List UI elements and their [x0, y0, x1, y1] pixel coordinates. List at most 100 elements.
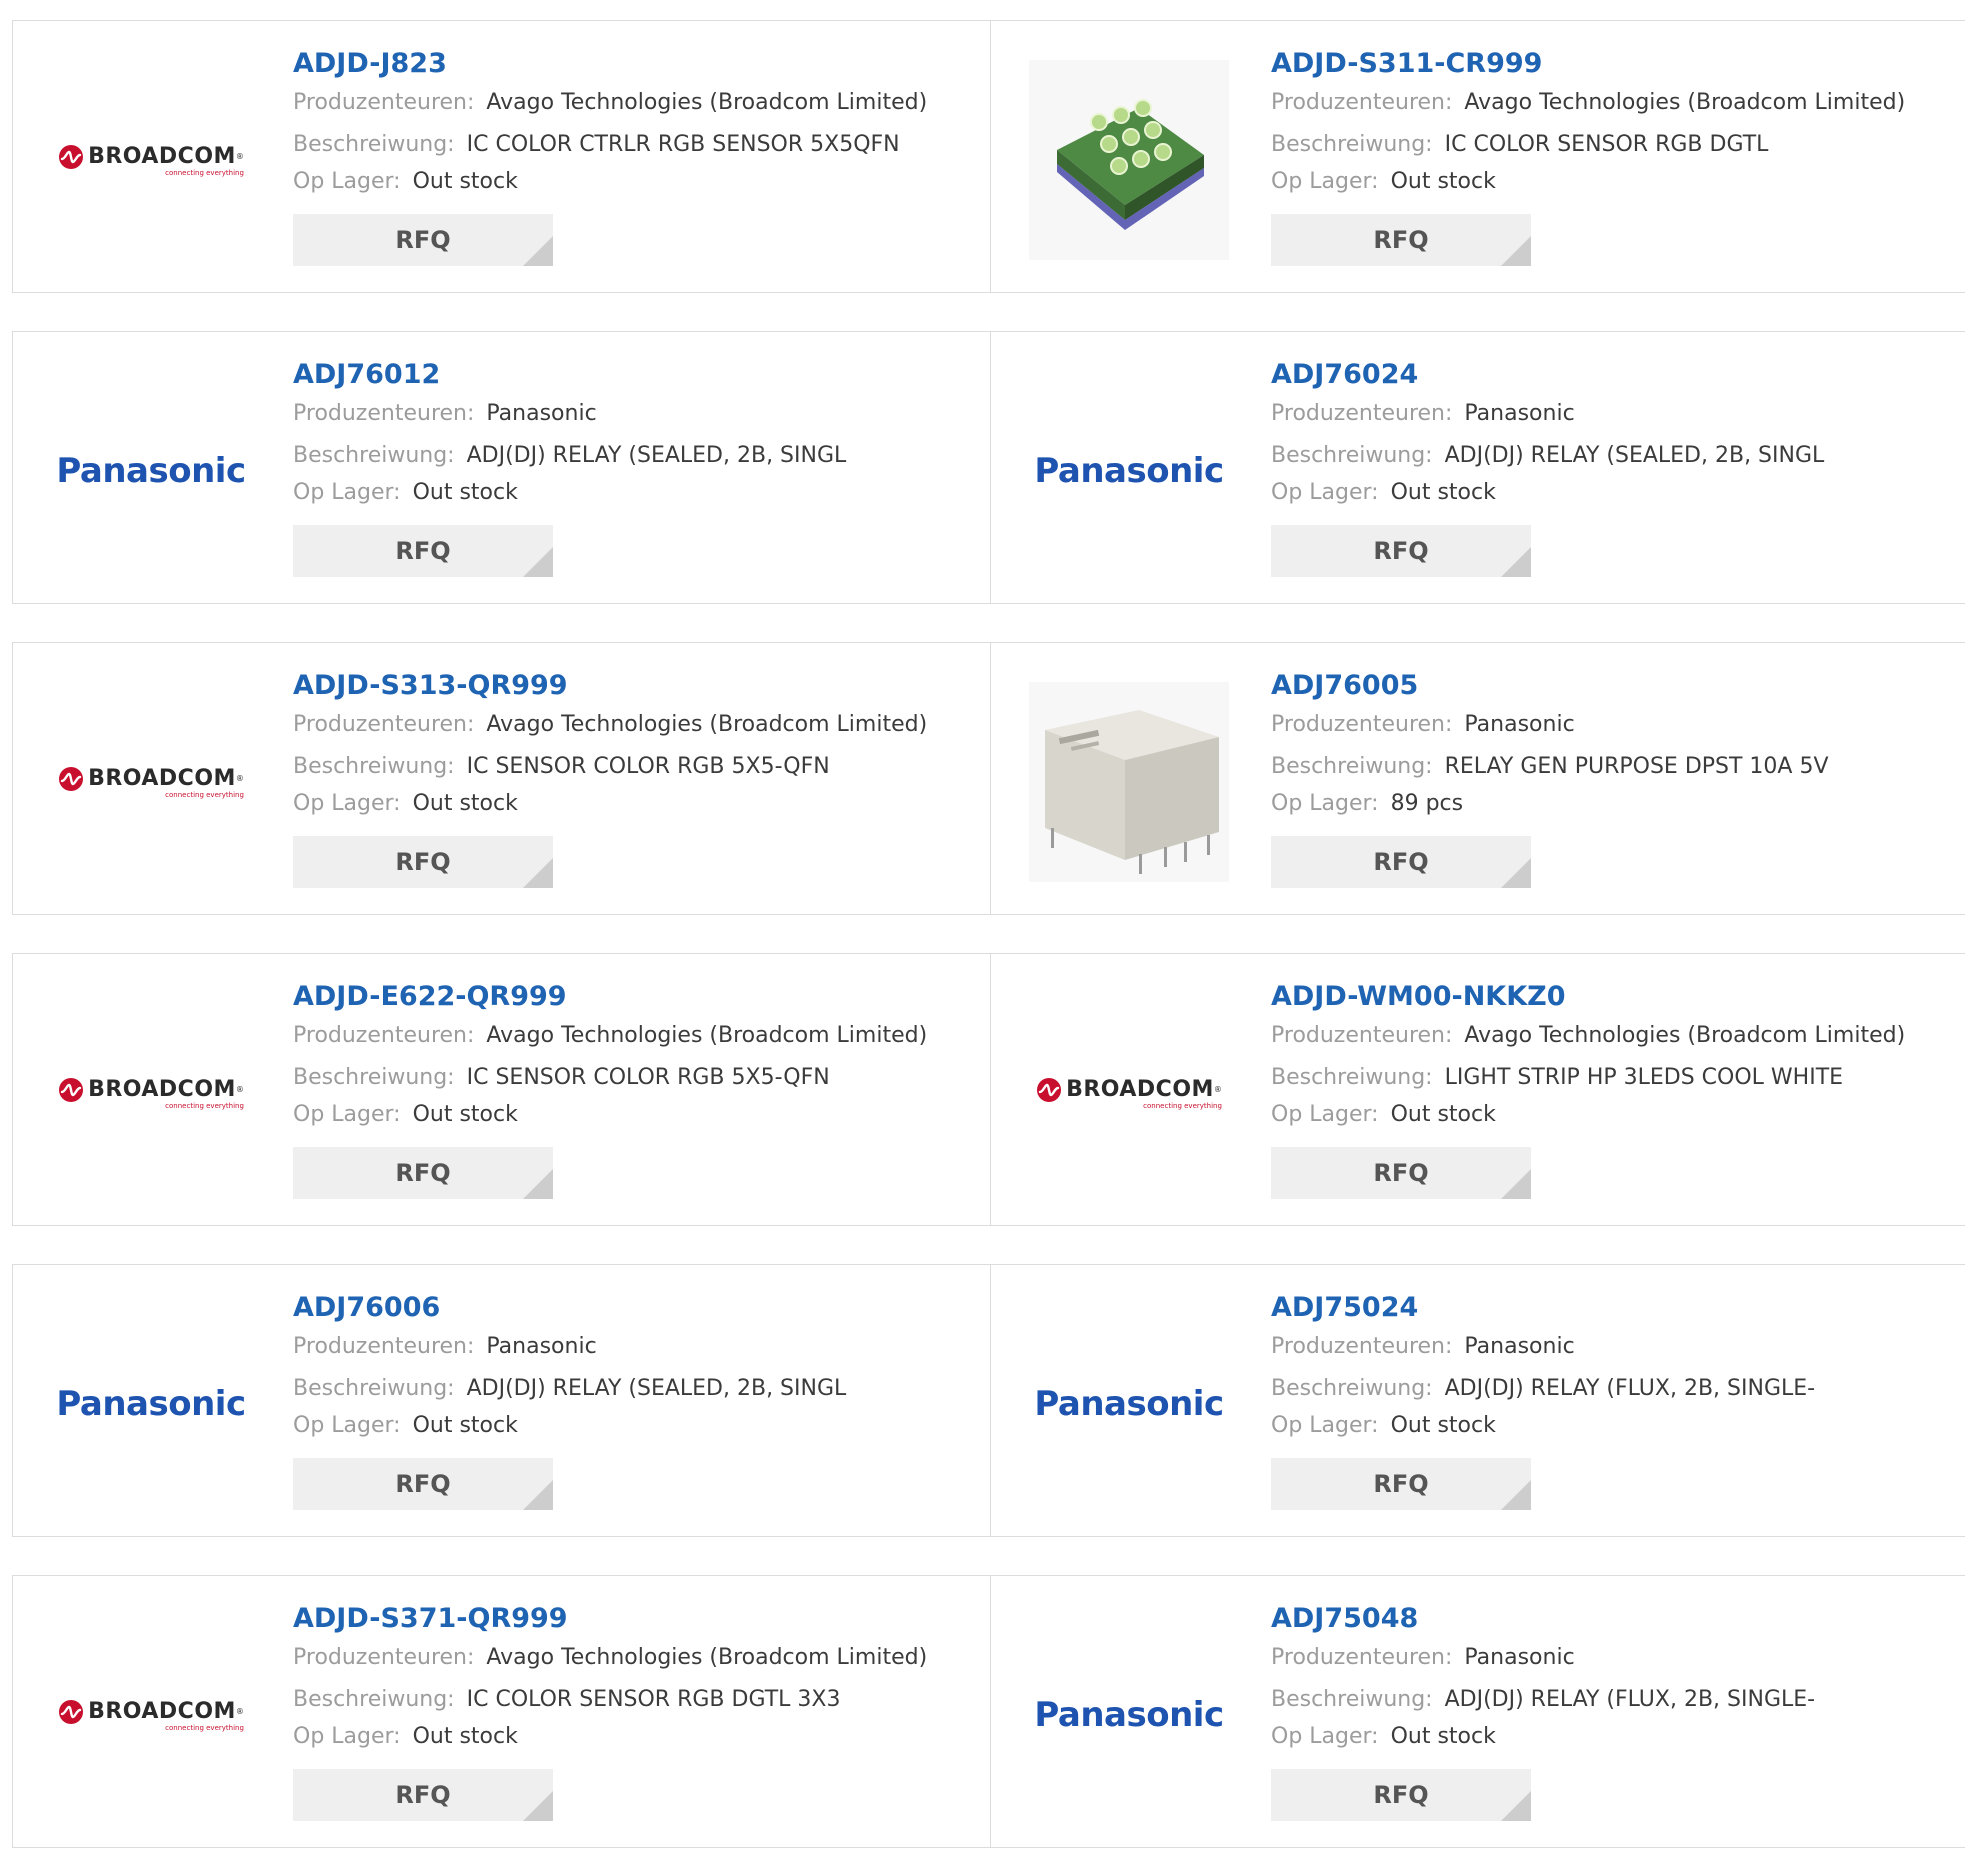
description-row: Beschreiwung: IC SENSOR COLOR RGB 5X5-QFN	[293, 754, 927, 780]
description-value: IC COLOR SENSOR RGB DGTL 3X3	[466, 1687, 841, 1712]
manufacturer-label: Produzenteuren:	[1271, 1334, 1453, 1359]
rfq-button[interactable]: RFQ	[293, 1458, 553, 1510]
part-number-link[interactable]: ADJD-S371-QR999	[293, 1604, 927, 1634]
broadcom-logo: BROADCOM ® connecting everything	[58, 1699, 244, 1732]
stock-row: Op Lager: Out stock	[293, 791, 927, 817]
part-number-link[interactable]: ADJD-J823	[293, 49, 927, 79]
stock-value: Out stock	[1390, 169, 1496, 194]
rfq-label: RFQ	[1373, 1781, 1429, 1809]
manufacturer-row: Produzenteuren: Avago Technologies (Broad…	[293, 90, 927, 116]
manufacturer-label: Produzenteuren:	[293, 712, 475, 737]
rfq-button[interactable]: RFQ	[1271, 836, 1531, 888]
product-info: ADJ75048 Produzenteuren: Panasonic Beschrei…	[1271, 1604, 1815, 1821]
part-number-link[interactable]: ADJ76006	[293, 1293, 846, 1323]
product-card: Panasonic ADJ75024 Produzenteuren: Panasoni…	[991, 1265, 1965, 1536]
stock-label: Op Lager:	[1271, 1724, 1379, 1749]
rfq-button[interactable]: RFQ	[293, 1147, 553, 1199]
manufacturer-label: Produzenteuren:	[1271, 712, 1453, 737]
broadcom-logo: BROADCOM ® connecting everything	[58, 766, 244, 799]
product-info: ADJD-S371-QR999 Produzenteuren: Avago Tech…	[293, 1604, 927, 1821]
product-image: Panasonic	[1029, 371, 1229, 571]
product-image: Panasonic	[51, 1304, 251, 1504]
part-number-link[interactable]: ADJD-S311-CR999	[1271, 49, 1905, 79]
manufacturer-value: Avago Technologies (Broadcom Limited)	[486, 712, 928, 737]
description-label: Beschreiwung:	[1271, 1687, 1433, 1712]
stock-value: Out stock	[412, 1102, 518, 1127]
stock-label: Op Lager:	[293, 791, 401, 816]
corner-triangle-icon	[523, 1791, 553, 1821]
product-info: ADJ76006 Produzenteuren: Panasonic Beschrei…	[293, 1293, 846, 1510]
part-number-link[interactable]: ADJ75024	[1271, 1293, 1815, 1323]
stock-value: Out stock	[412, 791, 518, 816]
product-row: BROADCOM ® connecting everything ADJD-S371-…	[12, 1575, 1965, 1848]
product-info: ADJD-S311-CR999 Produzenteuren: Avago Tech…	[1271, 49, 1905, 266]
manufacturer-value: Panasonic	[1464, 1334, 1575, 1359]
rfq-button[interactable]: RFQ	[1271, 1769, 1531, 1821]
manufacturer-label: Produzenteuren:	[293, 401, 475, 426]
stock-row: Op Lager: Out stock	[1271, 1413, 1815, 1439]
stock-label: Op Lager:	[1271, 169, 1379, 194]
manufacturer-row: Produzenteuren: Panasonic	[1271, 401, 1824, 427]
description-label: Beschreiwung:	[293, 1065, 455, 1090]
description-value: IC SENSOR COLOR RGB 5X5-QFN	[466, 1065, 830, 1090]
manufacturer-value: Avago Technologies (Broadcom Limited)	[486, 1023, 928, 1048]
part-number-link[interactable]: ADJ75048	[1271, 1604, 1815, 1634]
product-card: BROADCOM ® connecting everything ADJD-S371-…	[13, 1576, 991, 1847]
rfq-label: RFQ	[395, 226, 451, 254]
rfq-button[interactable]: RFQ	[293, 836, 553, 888]
stock-label: Op Lager:	[293, 480, 401, 505]
manufacturer-value: Panasonic	[1464, 1645, 1575, 1670]
stock-value: Out stock	[412, 1413, 518, 1438]
part-number-link[interactable]: ADJD-WM00-NKKZ0	[1271, 982, 1905, 1012]
stock-label: Op Lager:	[1271, 1102, 1379, 1127]
rfq-button[interactable]: RFQ	[1271, 525, 1531, 577]
manufacturer-label: Produzenteuren:	[1271, 1645, 1453, 1670]
part-number-link[interactable]: ADJ76024	[1271, 360, 1824, 390]
product-info: ADJ76024 Produzenteuren: Panasonic Beschrei…	[1271, 360, 1824, 577]
rfq-button[interactable]: RFQ	[293, 525, 553, 577]
stock-label: Op Lager:	[1271, 791, 1379, 816]
part-number-link[interactable]: ADJD-E622-QR999	[293, 982, 927, 1012]
manufacturer-row: Produzenteuren: Avago Technologies (Broad…	[293, 1645, 927, 1671]
stock-label: Op Lager:	[293, 169, 401, 194]
description-row: Beschreiwung: LIGHT STRIP HP 3LEDS COOL W…	[1271, 1065, 1905, 1091]
manufacturer-value: Avago Technologies (Broadcom Limited)	[486, 1645, 928, 1670]
corner-triangle-icon	[523, 858, 553, 888]
manufacturer-label: Produzenteuren:	[293, 1334, 475, 1359]
rfq-button[interactable]: RFQ	[293, 1769, 553, 1821]
corner-triangle-icon	[1501, 1480, 1531, 1510]
broadcom-emblem-icon	[59, 1077, 84, 1102]
rfq-label: RFQ	[395, 1159, 451, 1187]
manufacturer-label: Produzenteuren:	[293, 1645, 475, 1670]
stock-value: Out stock	[1390, 1413, 1496, 1438]
rfq-label: RFQ	[1373, 226, 1429, 254]
product-image: Panasonic	[51, 371, 251, 571]
description-value: ADJ(DJ) RELAY (SEALED, 2B, SINGL	[466, 1376, 847, 1401]
manufacturer-row: Produzenteuren: Panasonic	[1271, 1334, 1815, 1360]
part-number-link[interactable]: ADJD-S313-QR999	[293, 671, 927, 701]
product-image	[1029, 60, 1229, 260]
rfq-button[interactable]: RFQ	[1271, 1147, 1531, 1199]
description-value: IC COLOR SENSOR RGB DGTL	[1444, 132, 1769, 157]
rfq-label: RFQ	[1373, 848, 1429, 876]
product-card: ADJ76005 Produzenteuren: Panasonic Beschrei…	[991, 643, 1965, 914]
rfq-label: RFQ	[395, 848, 451, 876]
description-value: IC COLOR CTRLR RGB SENSOR 5X5QFN	[466, 132, 900, 157]
product-image: BROADCOM ® connecting everything	[51, 993, 251, 1193]
stock-row: Op Lager: Out stock	[1271, 169, 1905, 195]
rfq-button[interactable]: RFQ	[1271, 1458, 1531, 1510]
description-label: Beschreiwung:	[293, 132, 455, 157]
product-info: ADJD-WM00-NKKZ0 Produzenteuren: Avago Tech…	[1271, 982, 1905, 1199]
corner-triangle-icon	[523, 547, 553, 577]
stock-value: Out stock	[1390, 1102, 1496, 1127]
product-row: Panasonic ADJ76012 Produzenteuren: Panasoni…	[12, 331, 1965, 604]
rfq-button[interactable]: RFQ	[293, 214, 553, 266]
part-number-link[interactable]: ADJ76012	[293, 360, 846, 390]
product-card: BROADCOM ® connecting everything ADJD-J823 P…	[13, 21, 991, 292]
rfq-label: RFQ	[395, 1781, 451, 1809]
rfq-button[interactable]: RFQ	[1271, 214, 1531, 266]
product-card: Panasonic ADJ76024 Produzenteuren: Panasoni…	[991, 332, 1965, 603]
product-image: Panasonic	[1029, 1615, 1229, 1815]
part-number-link[interactable]: ADJ76005	[1271, 671, 1829, 701]
product-info: ADJD-J823 Produzenteuren: Avago Technologi…	[293, 49, 927, 266]
